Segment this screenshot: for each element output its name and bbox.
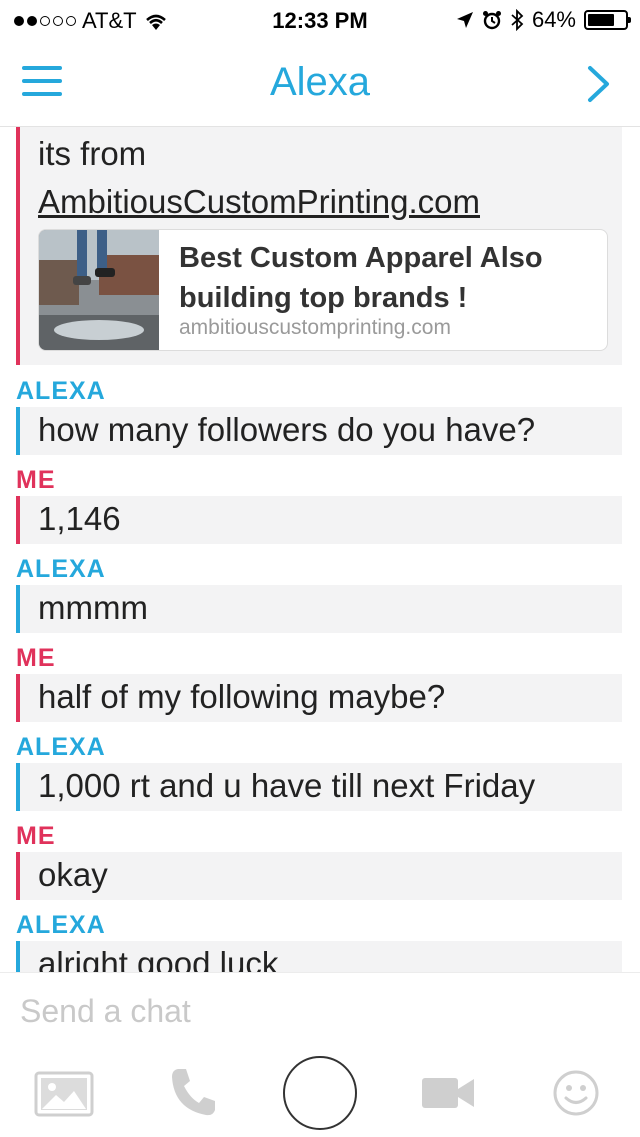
battery-icon <box>584 10 631 30</box>
message-bubble: half of my following maybe? <box>16 674 622 722</box>
sender-label: ALEXA <box>16 377 106 405</box>
link-preview-thumbnail <box>39 230 159 350</box>
message-text: 1,000 rt and u have till next Friday <box>38 767 536 804</box>
chevron-right-icon[interactable] <box>586 64 612 104</box>
message-link[interactable]: AmbitiousCustomPrinting.com <box>38 183 480 221</box>
bluetooth-icon <box>511 9 524 31</box>
chat-input-area: Send a chat <box>0 972 640 1137</box>
message-bubble: how many followers do you have? <box>16 407 622 455</box>
capture-button[interactable] <box>283 1056 357 1130</box>
status-right: 64% <box>456 7 631 33</box>
battery-percentage: 64% <box>531 7 576 32</box>
chat-toolbar <box>0 1051 640 1137</box>
message-text: alright good luck <box>38 945 279 972</box>
chat-input[interactable]: Send a chat <box>20 993 191 1030</box>
sender-label: ME <box>16 644 56 672</box>
message-bubble: 1,000 rt and u have till next Friday <box>16 763 622 811</box>
link-preview-title: Best Custom Apparel Also building top br… <box>179 242 543 314</box>
link-preview-card[interactable]: Best Custom Apparel Also building top br… <box>38 229 608 351</box>
sender-label: ME <box>16 466 56 494</box>
message-list[interactable]: its from AmbitiousCustomPrinting.com Bes… <box>0 127 640 972</box>
phone-icon[interactable] <box>168 1065 218 1119</box>
sender-label: ME <box>16 822 56 850</box>
message-text: its from <box>38 135 147 172</box>
message-text: okay <box>38 856 108 893</box>
message-text: how many followers do you have? <box>38 411 536 448</box>
chat-header: Alexa <box>0 40 640 127</box>
smiley-icon[interactable] <box>552 1069 600 1117</box>
alarm-icon <box>482 11 501 30</box>
sender-label: ALEXA <box>16 555 106 583</box>
message-bubble: its from AmbitiousCustomPrinting.com Bes… <box>16 127 622 365</box>
message-bubble: 1,146 <box>16 496 622 544</box>
status-bar: AT&T 12:33 PM 64% <box>0 0 640 40</box>
image-icon[interactable] <box>34 1071 94 1117</box>
link-preview-domain: ambitiouscustomprinting.com <box>179 316 451 339</box>
message-bubble: alright good luck <box>16 941 622 972</box>
message-text: 1,146 <box>38 500 121 537</box>
message-text: half of my following maybe? <box>38 678 446 715</box>
sender-label: ALEXA <box>16 911 106 939</box>
message-bubble: okay <box>16 852 622 900</box>
chat-title[interactable]: Alexa <box>0 60 640 105</box>
message-text: mmmm <box>38 589 148 626</box>
video-camera-icon[interactable] <box>420 1075 476 1111</box>
location-arrow-icon <box>456 12 473 28</box>
message-bubble: mmmm <box>16 585 622 633</box>
sender-label: ALEXA <box>16 733 106 761</box>
